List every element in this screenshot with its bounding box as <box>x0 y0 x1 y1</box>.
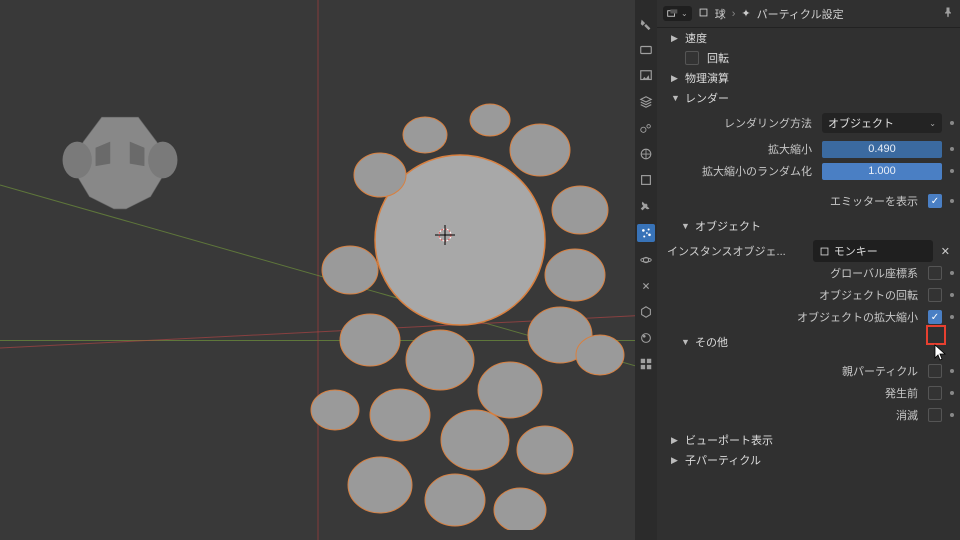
panel-misc[interactable]: ▼その他 <box>657 332 960 352</box>
scale-label: 拡大縮小 <box>657 141 818 157</box>
instance-object-field[interactable]: モンキー <box>813 240 933 262</box>
breadcrumb-settings[interactable]: パーティクル設定 <box>757 6 844 22</box>
animate-dot[interactable] <box>950 391 954 395</box>
clear-instance-button[interactable]: ✕ <box>937 245 954 258</box>
pin-icon[interactable] <box>942 6 954 21</box>
scale-field[interactable]: 0.490 <box>822 141 942 158</box>
breadcrumb: ⌄ 球 › ✦ パーティクル設定 <box>657 0 960 28</box>
parent-particle-check[interactable] <box>928 364 942 378</box>
object-scale-check[interactable]: ✓ <box>928 310 942 324</box>
scale-random-field[interactable]: 1.000 <box>822 163 942 180</box>
panel-render[interactable]: ▼レンダー <box>657 88 960 108</box>
animate-dot[interactable] <box>950 413 954 417</box>
particles-icon: ✦ <box>741 7 750 20</box>
animate-dot[interactable] <box>950 147 954 151</box>
panel-velocity[interactable]: ▶速度 <box>657 28 960 48</box>
animate-dot[interactable] <box>950 271 954 275</box>
highlight-annotation <box>926 325 946 345</box>
animate-dot[interactable] <box>950 293 954 297</box>
global-coord-label: グローバル座標系 <box>657 265 924 281</box>
parent-particle-label: 親パーティクル <box>657 363 924 379</box>
animate-dot[interactable] <box>950 121 954 125</box>
render-method-select[interactable]: オブジェクト⌄ <box>822 113 942 133</box>
editor-type-selector[interactable]: ⌄ <box>663 6 692 21</box>
unborn-label: 発生前 <box>657 385 924 401</box>
animate-dot[interactable] <box>950 199 954 203</box>
instance-object-label: インスタンスオブジェ... <box>667 243 809 259</box>
tool-tab-icon[interactable] <box>638 16 654 32</box>
render-tab-icon[interactable] <box>638 42 654 58</box>
animate-dot[interactable] <box>950 315 954 319</box>
scale-random-label: 拡大縮小のランダム化 <box>657 163 818 179</box>
dead-label: 消滅 <box>657 407 924 423</box>
global-coord-check[interactable] <box>928 266 942 280</box>
properties-panel: ⌄ 球 › ✦ パーティクル設定 ▶速度 回転 ▶物理演算 ▼レンダー レンダリ… <box>657 0 960 540</box>
render-method-label: レンダリング方法 <box>657 115 818 131</box>
3d-viewport[interactable] <box>0 0 635 540</box>
suzanne-mesh <box>55 105 185 215</box>
particle-sphere <box>290 80 670 530</box>
object-rotation-label: オブジェクトの回転 <box>657 287 924 303</box>
animate-dot[interactable] <box>950 369 954 373</box>
unborn-check[interactable] <box>928 386 942 400</box>
panel-viewport[interactable]: ▶ビューポート表示 <box>657 430 960 450</box>
panel-physics[interactable]: ▶物理演算 <box>657 68 960 88</box>
panel-children[interactable]: ▶子パーティクル <box>657 450 960 470</box>
mouse-cursor <box>934 344 948 365</box>
object-icon <box>698 7 709 21</box>
object-rotation-check[interactable] <box>928 288 942 302</box>
panel-rotation[interactable]: 回転 <box>657 48 960 68</box>
show-emitter-check[interactable]: ✓ <box>928 194 942 208</box>
properties-editor: ⌄ 球 › ✦ パーティクル設定 ▶速度 回転 ▶物理演算 ▼レンダー レンダリ… <box>635 0 960 540</box>
panel-object[interactable]: ▼オブジェクト <box>657 216 960 236</box>
show-emitter-label: エミッターを表示 <box>657 193 924 209</box>
object-scale-label: オブジェクトの拡大縮小 <box>657 309 924 325</box>
animate-dot[interactable] <box>950 169 954 173</box>
breadcrumb-object[interactable]: 球 <box>715 6 726 22</box>
dead-check[interactable] <box>928 408 942 422</box>
rotation-enable-check[interactable] <box>685 51 699 65</box>
